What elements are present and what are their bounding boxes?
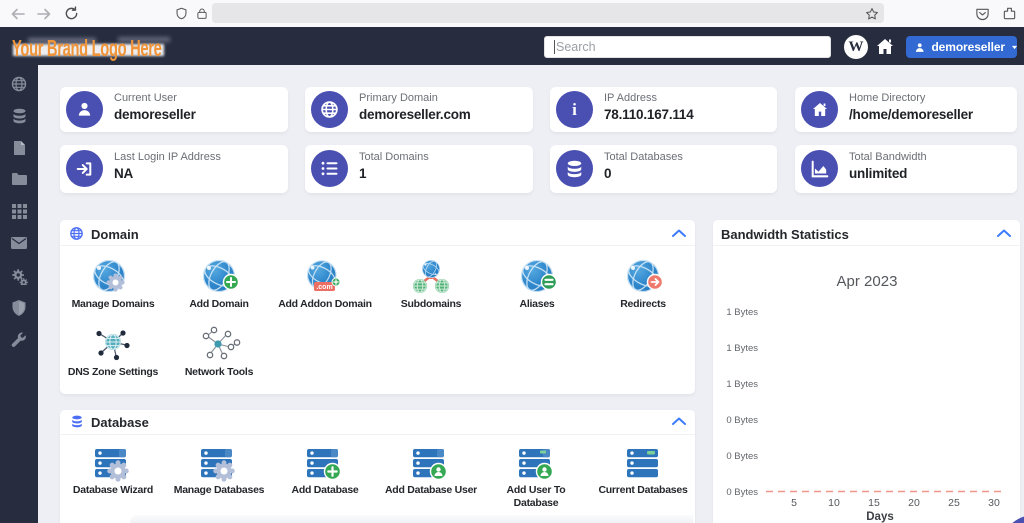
svg-text:.com: .com — [316, 284, 332, 291]
